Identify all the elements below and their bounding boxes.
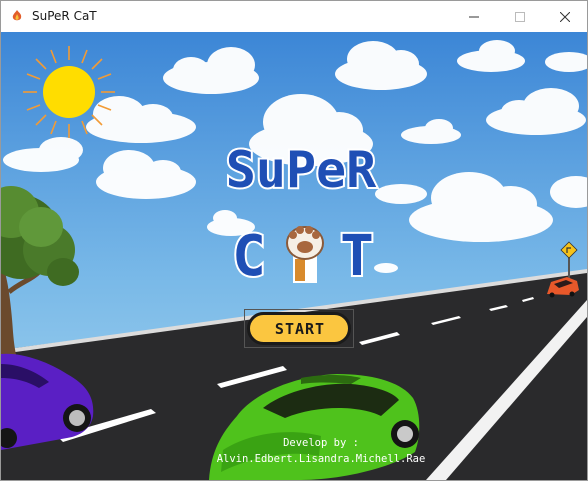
title-bar: SuPeR CaT <box>1 1 587 32</box>
maximize-icon <box>515 11 525 22</box>
credits: Develop by : Alvin.Edbert.Lisandra.Miche… <box>151 435 491 467</box>
sun-icon <box>23 46 115 138</box>
credits-heading: Develop by : <box>283 437 359 449</box>
app-icon <box>12 10 22 21</box>
start-label: START <box>274 320 326 338</box>
start-button[interactable]: START <box>244 309 356 350</box>
game-window: SuPeR CaT SuPeR C T START Develop by: A… <box>0 0 588 481</box>
close-icon <box>560 11 570 22</box>
game-scene: SuPeR C T START Develop by : Alvin.Edber… <box>1 32 587 480</box>
minimize-button[interactable] <box>451 1 497 32</box>
cat-paw-icon <box>286 226 324 283</box>
logo-line2-right: T <box>340 224 374 289</box>
minimize-icon <box>469 16 479 17</box>
credits-names: Alvin.Edbert.Lisandra.Michell.Rae <box>216 453 426 465</box>
game-logo: SuPeR C T <box>224 139 379 291</box>
maximize-button[interactable] <box>497 1 543 32</box>
logo-line1: SuPeR <box>226 141 377 199</box>
window-title: SuPeR CaT <box>32 9 97 23</box>
logo-line2-left: C <box>232 224 266 289</box>
close-button[interactable] <box>542 1 587 32</box>
